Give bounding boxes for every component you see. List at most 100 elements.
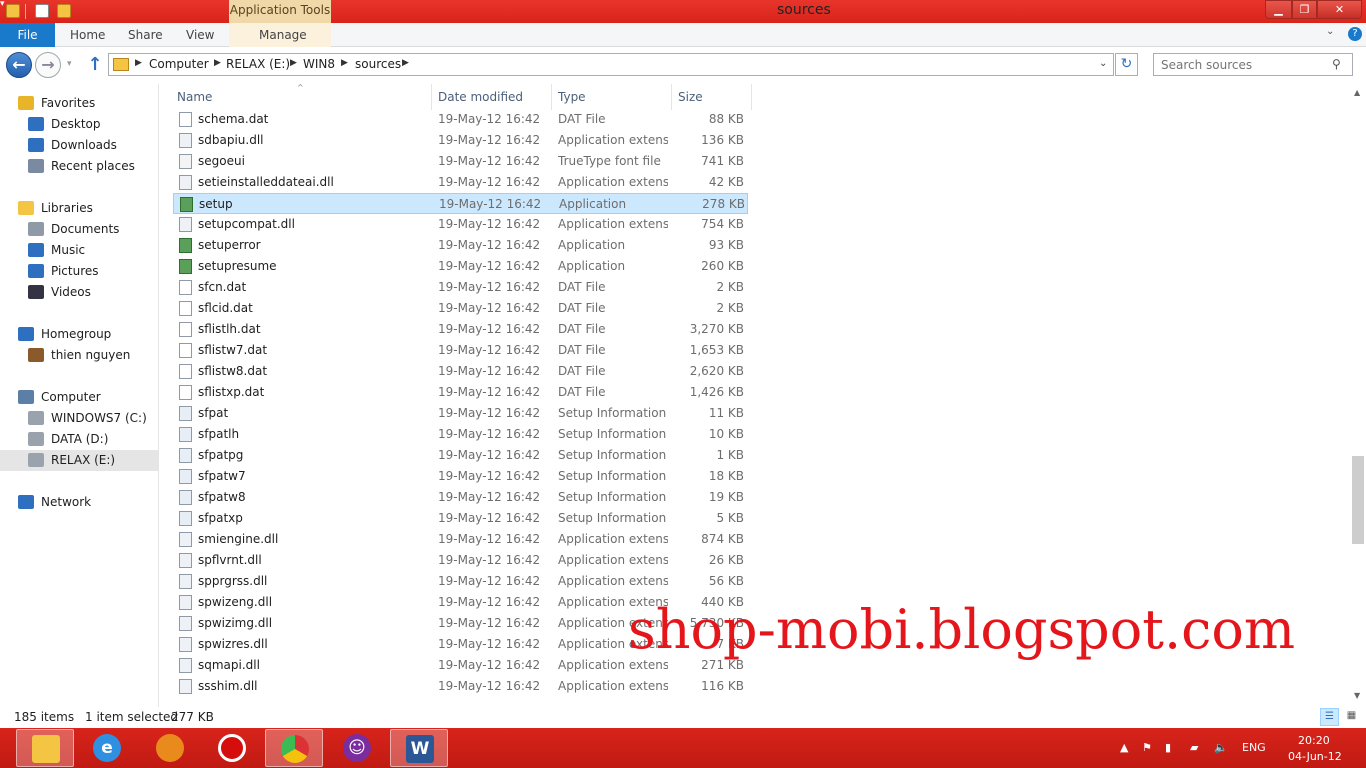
nav-item-pictures[interactable]: Pictures [0,261,158,282]
taskbar-firefox[interactable] [141,729,199,767]
chevron-right-icon[interactable]: ▶ [214,58,221,68]
column-size[interactable]: Size [678,90,703,104]
clock-date[interactable]: 04-Jun-12 [1288,750,1342,763]
file-row[interactable]: setieinstalleddateai.dll 19-May-12 16:42 A… [173,172,748,193]
expand-ribbon-icon[interactable]: ⌄ [1326,26,1334,37]
chevron-right-icon[interactable]: ▶ [290,58,297,68]
nav-item-documents[interactable]: Documents [0,219,158,240]
tab-home[interactable]: Home [70,23,105,47]
column-date-modified[interactable]: Date modified [438,90,523,104]
nav-item-thien-nguyen[interactable]: thien nguyen [0,345,158,366]
file-row[interactable]: setup 19-May-12 16:42 Application 278 KB [173,193,748,214]
file-row[interactable]: spprgrss.dll 19-May-12 16:42 Application e… [173,571,748,592]
file-row[interactable]: sfpatxp 19-May-12 16:42 Setup Information 5… [173,508,748,529]
file-row[interactable]: sfpatw8 19-May-12 16:42 Setup Information 1… [173,487,748,508]
file-row[interactable]: setupcompat.dll 19-May-12 16:42 Applicatio… [173,214,748,235]
nav-item-videos[interactable]: Videos [0,282,158,303]
nav-item-data-d[interactable]: DATA (D:) [0,429,158,450]
refresh-button[interactable]: ↻ [1115,53,1138,76]
nav-item-relax-e[interactable]: RELAX (E:) [0,450,158,471]
nav-item-homegroup[interactable]: Homegroup [0,324,158,345]
nav-item-desktop[interactable]: Desktop [0,114,158,135]
nav-item-windows7-c[interactable]: WINDOWS7 (C:) [0,408,158,429]
file-row[interactable]: sfpatlh 19-May-12 16:42 Setup Information 1… [173,424,748,445]
tab-share[interactable]: Share [128,23,163,47]
chevron-right-icon[interactable]: ▶ [341,58,348,68]
file-row[interactable]: spflvrnt.dll 19-May-12 16:42 Application e… [173,550,748,571]
file-row[interactable]: sfpatw7 19-May-12 16:42 Setup Information 1… [173,466,748,487]
file-row[interactable]: sfpat 19-May-12 16:42 Setup Information 11 … [173,403,748,424]
tab-manage[interactable]: Manage [259,23,307,47]
chevron-right-icon[interactable]: ▶ [402,58,409,68]
nav-item-favorites[interactable]: Favorites [0,93,158,114]
breadcrumb-relax[interactable]: RELAX (E:) [226,57,290,71]
battery-icon[interactable]: ▮ [1165,741,1171,754]
address-history-dropdown-icon[interactable]: ⌄ [1099,58,1107,69]
file-row[interactable]: sflistxp.dat 19-May-12 16:42 DAT File 1,426… [173,382,748,403]
address-bar[interactable]: ▶ Computer ▶ RELAX (E:) ▶ WIN8 ▶ sources… [108,53,1114,76]
column-divider[interactable] [751,84,752,110]
tab-view[interactable]: View [186,23,214,47]
breadcrumb-sources[interactable]: sources [355,57,401,71]
column-divider[interactable] [551,84,552,110]
file-row[interactable]: sflistw8.dat 19-May-12 16:42 DAT File 2,620… [173,361,748,382]
taskbar-chrome[interactable] [265,729,323,767]
taskbar-internet-explorer[interactable]: e [78,729,136,767]
file-row[interactable]: setuperror 19-May-12 16:42 Application 93 K… [173,235,748,256]
column-name[interactable]: Name [177,90,212,104]
large-icons-view-icon[interactable]: ▦ [1342,708,1361,726]
file-row[interactable]: sfpatpg 19-May-12 16:42 Setup Information 1… [173,445,748,466]
nav-item-music[interactable]: Music [0,240,158,261]
taskbar-file-explorer[interactable] [16,729,74,767]
show-hidden-icons-icon[interactable]: ▲ [1120,741,1128,754]
file-row[interactable]: smiengine.dll 19-May-12 16:42 Application … [173,529,748,550]
column-divider[interactable] [671,84,672,110]
minimize-button[interactable]: ▁ [1265,0,1292,19]
nav-item-recent-places[interactable]: Recent places [0,156,158,177]
nav-item-libraries[interactable]: Libraries [0,198,158,219]
taskbar-yahoo-messenger[interactable]: ☺ [328,729,386,767]
flag-icon[interactable]: ⚑ [1142,741,1152,754]
clock-time[interactable]: 20:20 [1298,734,1330,747]
taskbar-word[interactable]: W [390,729,448,767]
help-icon[interactable]: ? [1348,27,1362,41]
network-signal-icon[interactable]: ▰ [1190,741,1198,754]
recent-locations-dropdown-icon[interactable]: ▾ [67,59,72,69]
tab-file[interactable]: File [0,23,55,47]
breadcrumb-computer[interactable]: Computer [149,57,209,71]
language-indicator[interactable]: ENG [1242,741,1266,754]
volume-icon[interactable]: 🔈 [1214,741,1228,754]
file-row[interactable]: setupresume 19-May-12 16:42 Application 260… [173,256,748,277]
taskbar-opera[interactable] [203,729,261,767]
file-row[interactable]: sflistw7.dat 19-May-12 16:42 DAT File 1,653… [173,340,748,361]
file-row[interactable]: sfcn.dat 19-May-12 16:42 DAT File 2 KB [173,277,748,298]
file-row[interactable]: sflcid.dat 19-May-12 16:42 DAT File 2 KB [173,298,748,319]
breadcrumb-win8[interactable]: WIN8 [303,57,335,71]
new-folder-icon[interactable] [57,4,71,18]
details-view-icon[interactable]: ☰ [1320,708,1339,726]
nav-item-network[interactable]: Network [0,492,158,513]
file-row[interactable]: ssshim.dll 19-May-12 16:42 Application ext… [173,676,748,697]
close-button[interactable]: ✕ [1317,0,1362,19]
scroll-up-icon[interactable]: ▲ [1354,88,1360,97]
restore-button[interactable]: ❐ [1292,0,1317,19]
column-type[interactable]: Type [558,90,586,104]
chevron-right-icon[interactable]: ▶ [135,58,142,68]
folder-icon[interactable] [6,4,20,18]
file-row[interactable]: sflistlh.dat 19-May-12 16:42 DAT File 3,270… [173,319,748,340]
properties-icon[interactable] [35,4,49,18]
forward-button[interactable]: → [35,52,61,78]
column-divider[interactable] [431,84,432,110]
search-icon[interactable]: ⚲ [1332,57,1341,71]
file-row[interactable]: schema.dat 19-May-12 16:42 DAT File 88 KB [173,109,748,130]
up-button[interactable]: ↑ [85,54,105,76]
back-button[interactable]: ← [6,52,32,78]
scrollbar-thumb[interactable] [1352,456,1364,544]
scroll-down-icon[interactable]: ▼ [1354,691,1360,700]
nav-item-computer[interactable]: Computer [0,387,158,408]
search-input[interactable] [1153,53,1353,76]
file-row[interactable]: sdbapiu.dll 19-May-12 16:42 Application ex… [173,130,748,151]
file-row[interactable]: segoeui 19-May-12 16:42 TrueType font file… [173,151,748,172]
nav-item-downloads[interactable]: Downloads [0,135,158,156]
vertical-scrollbar[interactable]: ▲ ▼ [1350,84,1366,708]
